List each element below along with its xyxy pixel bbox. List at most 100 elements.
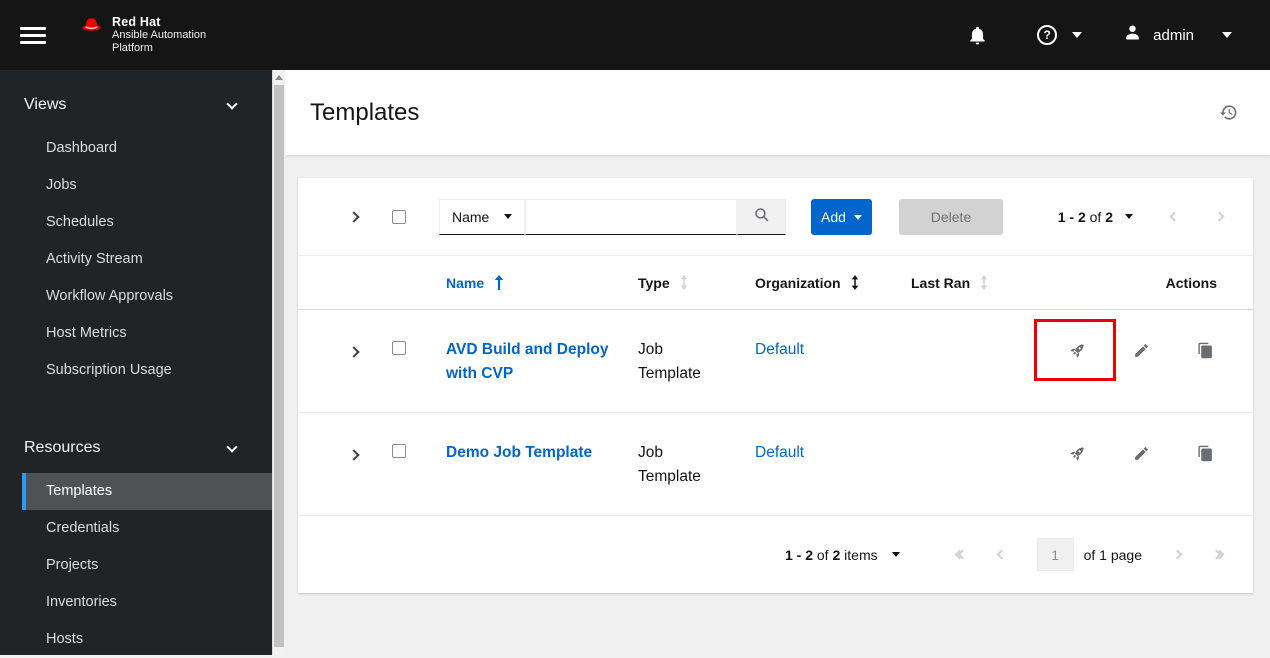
column-header-actions: Actions bbox=[1051, 275, 1253, 291]
organization-cell: Default bbox=[755, 441, 911, 465]
organization-link[interactable]: Default bbox=[755, 341, 804, 358]
history-icon[interactable] bbox=[1219, 103, 1238, 122]
redhat-fedora-icon bbox=[78, 15, 105, 41]
template-name-link[interactable]: AVD Build and Deploy with CVP bbox=[446, 338, 611, 386]
sort-ascending-arrow-icon bbox=[494, 275, 504, 290]
row-actions bbox=[1051, 338, 1253, 362]
help-question-icon[interactable]: ? bbox=[1037, 25, 1057, 45]
template-name-link[interactable]: Demo Job Template bbox=[446, 441, 611, 465]
sidebar-item-inventories[interactable]: Inventories bbox=[22, 584, 272, 621]
sidebar-item-templates[interactable]: Templates bbox=[22, 473, 272, 510]
notifications-bell-icon[interactable] bbox=[967, 25, 988, 46]
search-icon bbox=[753, 206, 770, 228]
table-row: AVD Build and Deploy with CVP Job Templa… bbox=[298, 310, 1253, 413]
delete-button[interactable]: Delete bbox=[899, 199, 1003, 235]
row-expand-chevron-icon[interactable] bbox=[344, 343, 392, 361]
per-page-caret-icon[interactable] bbox=[892, 552, 900, 557]
add-button[interactable]: Add bbox=[811, 199, 872, 235]
organization-cell: Default bbox=[755, 338, 911, 362]
pagination-bottom-text: 1 - 2 of 2 items bbox=[785, 547, 878, 563]
username-label: admin bbox=[1153, 27, 1194, 44]
row-actions bbox=[1051, 441, 1253, 465]
template-type-cell: Job Template bbox=[638, 338, 724, 386]
pagination-top-text: 1 - 2 of 2 bbox=[1058, 209, 1113, 225]
sidebar-item-workflow-approvals[interactable]: Workflow Approvals bbox=[22, 278, 272, 315]
search-input[interactable] bbox=[525, 199, 737, 235]
nav-group-resources-label: Resources bbox=[24, 439, 100, 457]
search-key-select[interactable]: Name bbox=[439, 199, 525, 235]
edit-pencil-icon[interactable] bbox=[1129, 441, 1153, 465]
user-menu[interactable]: admin bbox=[1122, 22, 1232, 48]
nav-toggle-hamburger-icon[interactable] bbox=[20, 17, 46, 54]
scrollbar-up-arrow-icon[interactable] bbox=[275, 75, 283, 80]
column-header-type[interactable]: Type bbox=[638, 275, 755, 291]
sidebar-item-projects[interactable]: Projects bbox=[22, 547, 272, 584]
brand-subtitle-2: Platform bbox=[112, 42, 206, 55]
scrollbar-thumb[interactable] bbox=[274, 85, 284, 647]
sidebar-item-credentials[interactable]: Credentials bbox=[22, 510, 272, 547]
next-page-chevron-icon[interactable] bbox=[1174, 551, 1181, 558]
nav-group-views-label: Views bbox=[24, 96, 66, 114]
page-count-label: of 1 page bbox=[1084, 547, 1142, 563]
nav-group-resources[interactable]: Resources bbox=[0, 429, 272, 467]
page-header: Templates bbox=[285, 70, 1270, 155]
last-page-chevron-icon[interactable] bbox=[1213, 551, 1223, 558]
sidebar-item-schedules[interactable]: Schedules bbox=[22, 204, 272, 241]
user-caret-down-icon[interactable] bbox=[1222, 32, 1232, 38]
brand-logo: Red Hat Ansible Automation Platform bbox=[78, 15, 206, 56]
launch-rocket-icon[interactable] bbox=[1065, 338, 1089, 362]
table-header-row: Name Type Organization Last Ran bbox=[298, 255, 1253, 310]
organization-link[interactable]: Default bbox=[755, 444, 804, 461]
masthead: Red Hat Ansible Automation Platform ? ad… bbox=[0, 0, 1270, 70]
column-header-organization[interactable]: Organization bbox=[755, 275, 911, 291]
expand-all-chevron-icon[interactable] bbox=[344, 208, 392, 226]
add-caret-down-icon bbox=[854, 215, 862, 220]
sidebar-scrollbar[interactable] bbox=[272, 70, 285, 655]
edit-pencil-icon[interactable] bbox=[1129, 338, 1153, 362]
template-name-cell: AVD Build and Deploy with CVP bbox=[446, 338, 638, 386]
brand-subtitle-1: Ansible Automation bbox=[112, 29, 206, 42]
current-page-input[interactable] bbox=[1037, 538, 1074, 571]
sidebar-item-host-metrics[interactable]: Host Metrics bbox=[22, 315, 272, 352]
sort-both-arrow-icon bbox=[980, 275, 988, 290]
add-button-label: Add bbox=[821, 209, 846, 225]
main-content: Templates Name bbox=[285, 70, 1270, 655]
select-caret-down-icon bbox=[504, 214, 512, 219]
sidebar-item-dashboard[interactable]: Dashboard bbox=[22, 130, 272, 167]
row-select-checkbox[interactable] bbox=[392, 444, 406, 458]
prev-page-chevron-icon[interactable] bbox=[998, 551, 1005, 558]
pagination-bottom: 1 - 2 of 2 items of 1 page bbox=[298, 516, 1253, 593]
template-type-cell: Job Template bbox=[638, 441, 724, 489]
chevron-down-icon bbox=[226, 441, 237, 452]
sidebar-item-activity-stream[interactable]: Activity Stream bbox=[22, 241, 272, 278]
template-name-cell: Demo Job Template bbox=[446, 441, 638, 465]
templates-list-card: Name Add Delete 1 - 2 of 2 bbox=[298, 178, 1253, 593]
select-all-checkbox[interactable] bbox=[392, 210, 406, 224]
pagination-top: 1 - 2 of 2 bbox=[1058, 209, 1223, 225]
help-menu[interactable]: ? bbox=[1037, 25, 1082, 45]
sidebar-nav: Views Dashboard Jobs Schedules Activity … bbox=[0, 70, 272, 655]
prev-page-chevron-icon[interactable] bbox=[1171, 213, 1178, 220]
sort-both-arrow-icon bbox=[680, 275, 688, 290]
row-expand-chevron-icon[interactable] bbox=[344, 446, 392, 464]
sort-both-arrow-icon bbox=[851, 275, 859, 290]
sidebar-item-jobs[interactable]: Jobs bbox=[22, 167, 272, 204]
row-select-checkbox[interactable] bbox=[392, 341, 406, 355]
per-page-caret-icon[interactable] bbox=[1125, 214, 1133, 219]
column-header-last-ran[interactable]: Last Ran bbox=[911, 275, 1051, 291]
table-row: Demo Job Template Job Template Default bbox=[298, 413, 1253, 516]
column-header-name[interactable]: Name bbox=[446, 275, 638, 291]
sidebar-item-subscription-usage[interactable]: Subscription Usage bbox=[22, 352, 272, 389]
next-page-chevron-icon[interactable] bbox=[1216, 213, 1223, 220]
search-submit-button[interactable] bbox=[737, 199, 786, 235]
help-caret-down-icon[interactable] bbox=[1072, 32, 1082, 38]
copy-icon[interactable] bbox=[1193, 441, 1217, 465]
first-page-chevron-icon[interactable] bbox=[956, 551, 966, 558]
user-person-icon bbox=[1122, 22, 1143, 48]
nav-group-views[interactable]: Views bbox=[0, 86, 272, 124]
sidebar-item-hosts[interactable]: Hosts bbox=[22, 621, 272, 658]
brand-title: Red Hat bbox=[112, 15, 206, 30]
launch-rocket-icon[interactable] bbox=[1065, 441, 1089, 465]
copy-icon[interactable] bbox=[1193, 338, 1217, 362]
search-key-selected-label: Name bbox=[452, 209, 489, 225]
